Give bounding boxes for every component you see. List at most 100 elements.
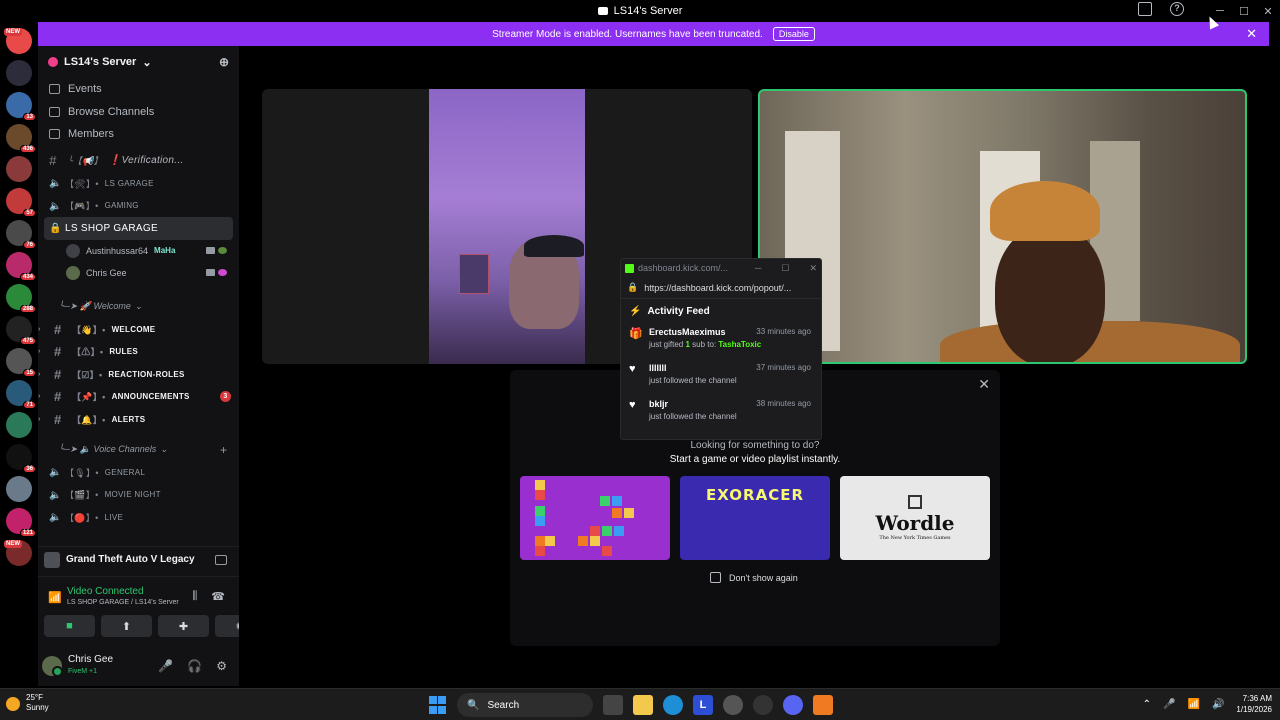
server-icon[interactable]: 36	[6, 444, 36, 473]
channel-ls-garage[interactable]: 🔈 【🛠】• LS GARAGE	[38, 172, 239, 195]
nav-browse-channels[interactable]: Browse Channels	[38, 101, 239, 124]
dont-show-again[interactable]: Don't show again	[710, 572, 798, 583]
url-bar[interactable]: 🔒 https://dashboard.kick.com/popout/...	[621, 277, 821, 299]
feed-item[interactable]: ♥ bkljr just followed the channel 38 minu…	[629, 395, 813, 431]
user-panel[interactable]: Chris Gee FiveM +1 🎤 🎧 ⚙	[38, 646, 239, 686]
volume-icon[interactable]: 🔊	[1212, 699, 1224, 710]
voice-channel-movie-night[interactable]: 🔈 【🎬】• MOVIE NIGHT	[38, 484, 239, 507]
server-icon[interactable]: 434	[6, 252, 36, 281]
maximize-button[interactable]: ☐	[1232, 5, 1256, 18]
channel-welcome[interactable]: › # 【👋】• WELCOME	[38, 318, 239, 341]
activity-card-blocks[interactable]	[520, 476, 670, 560]
server-icon[interactable]: 288	[6, 284, 36, 313]
channel-ls-shop-garage[interactable]: 🔒 LS SHOP GARAGE	[44, 217, 233, 240]
chevron-down-icon: ⌄	[134, 301, 143, 312]
server-icon[interactable]: NEW	[4, 540, 32, 566]
unread-badge: 121	[19, 529, 36, 537]
file-explorer-icon[interactable]	[633, 695, 653, 715]
voice-member[interactable]: Austinhussar64 MaHa	[38, 240, 239, 262]
server-icon[interactable]	[6, 60, 32, 86]
channel-alerts[interactable]: › # 【🔔】• ALERTS	[38, 408, 239, 431]
server-icon[interactable]	[6, 156, 32, 182]
stream-game-icon[interactable]	[215, 554, 227, 565]
inbox-icon[interactable]	[1138, 2, 1152, 16]
start-button[interactable]	[427, 695, 447, 715]
app-icon[interactable]	[723, 695, 743, 715]
video-icon	[206, 269, 215, 276]
channel-verification[interactable]: # ╰【📢】 ❗Verification...	[38, 150, 239, 173]
server-icon[interactable]: 76	[6, 220, 36, 249]
members-icon	[49, 129, 60, 140]
checkbox[interactable]	[710, 572, 721, 583]
task-view-icon[interactable]	[603, 695, 623, 715]
voice-channel-general[interactable]: 🔈 【🎙】• GENERAL	[38, 461, 239, 484]
kick-logo-icon	[625, 263, 634, 273]
noise-suppression-icon[interactable]: ⫼	[192, 590, 197, 603]
category-voice[interactable]: ╰─➤ 🔈 Voice Channels ⌄ +	[38, 439, 239, 462]
close-button[interactable]: ✕	[809, 263, 817, 274]
minimize-button[interactable]: ─	[755, 263, 761, 274]
nav-members[interactable]: Members	[38, 123, 239, 146]
server-icon[interactable]	[6, 476, 32, 502]
invite-icon[interactable]: ⊕	[219, 55, 229, 69]
speaker-icon: 🔈	[49, 512, 62, 524]
obs-icon[interactable]	[753, 695, 773, 715]
server-icon[interactable]: 15	[6, 348, 36, 377]
discord-icon[interactable]	[783, 695, 803, 715]
camera-button[interactable]: ■	[44, 615, 95, 637]
channel-gaming[interactable]: 🔈 【🎮】• GAMING	[38, 195, 239, 218]
microphone-icon[interactable]: 🎤	[1163, 699, 1175, 710]
server-icon[interactable]: 475	[6, 316, 36, 345]
server-name: LS14's Server	[64, 56, 137, 68]
server-icon[interactable]: 71	[6, 380, 36, 409]
screen-share-button[interactable]: ⬆	[101, 615, 152, 637]
nav-events[interactable]: Events	[38, 78, 239, 101]
server-icon[interactable]: 436	[6, 124, 36, 153]
add-channel-icon[interactable]: +	[220, 443, 227, 457]
block-shape	[590, 536, 600, 546]
disconnect-icon[interactable]: ☎	[211, 590, 225, 603]
channel-reaction-roles[interactable]: › # 【☑】• REACTION-ROLES	[38, 363, 239, 386]
microphone-icon[interactable]: 🎤	[158, 659, 173, 673]
headphones-icon[interactable]: 🎧	[187, 659, 202, 673]
edge-icon[interactable]	[663, 695, 683, 715]
orange-app-icon[interactable]	[813, 695, 833, 715]
video-tile-chris[interactable]	[758, 89, 1247, 364]
grid-icon	[908, 495, 922, 509]
category-welcome[interactable]: ╰─➤ 🚀 Welcome ⌄	[38, 296, 239, 319]
server-icon[interactable]: 121	[6, 508, 36, 537]
help-icon[interactable]: ?	[1170, 2, 1184, 16]
server-icon[interactable]: NEW	[4, 28, 32, 54]
activity-card-wordle[interactable]: Wordle The New York Times Games	[840, 476, 990, 560]
feed-item[interactable]: 🎁 ErectusMaeximus just gifted 1 sub to: …	[629, 323, 813, 359]
clock[interactable]: 7:36 AM 1/19/2026	[1236, 693, 1272, 715]
voice-channel-live[interactable]: 🔈 【🔴】• LIVE	[38, 506, 239, 529]
close-icon[interactable]: ✕	[978, 376, 990, 393]
gear-icon[interactable]: ⚙	[216, 659, 227, 673]
close-banner-icon[interactable]: ✕	[1246, 26, 1257, 42]
launcher-l-icon[interactable]: L	[693, 695, 713, 715]
video-feed	[429, 89, 585, 364]
chevron-up-icon[interactable]: ⌃	[1143, 699, 1151, 710]
weather-widget[interactable]: 25°F Sunny	[6, 693, 49, 713]
wifi-icon[interactable]: 📶	[1188, 699, 1200, 710]
activity-card-exoracer[interactable]: EXORACER	[680, 476, 830, 560]
channel-rules[interactable]: › # 【⚠】• RULES	[38, 341, 239, 364]
disable-streamer-button[interactable]: Disable	[772, 27, 815, 41]
hash-icon: #	[54, 366, 62, 382]
feed-item[interactable]: ♥ lllllll just followed the channel 37 mi…	[629, 359, 813, 395]
voice-member[interactable]: Chris Gee	[38, 262, 239, 284]
gift-icon: 🎁	[629, 328, 643, 340]
close-button[interactable]: ✕	[1256, 5, 1280, 18]
server-icon[interactable]: 57	[6, 188, 36, 217]
server-icon[interactable]	[6, 412, 32, 438]
hash-icon: #	[54, 344, 62, 360]
server-header[interactable]: LS14's Server ⌄ ⊕	[38, 46, 239, 78]
channel-announcements[interactable]: › # 【📌】• ANNOUNCEMENTS 3	[38, 386, 239, 409]
activities-button[interactable]: ✚	[158, 615, 209, 637]
taskbar-search[interactable]: 🔍 Search	[457, 693, 593, 717]
game-activity[interactable]: Grand Theft Auto V Legacy	[38, 546, 239, 572]
server-icon[interactable]: 13	[6, 92, 36, 121]
maximize-button[interactable]: ☐	[781, 263, 789, 274]
block-shape	[614, 526, 624, 536]
